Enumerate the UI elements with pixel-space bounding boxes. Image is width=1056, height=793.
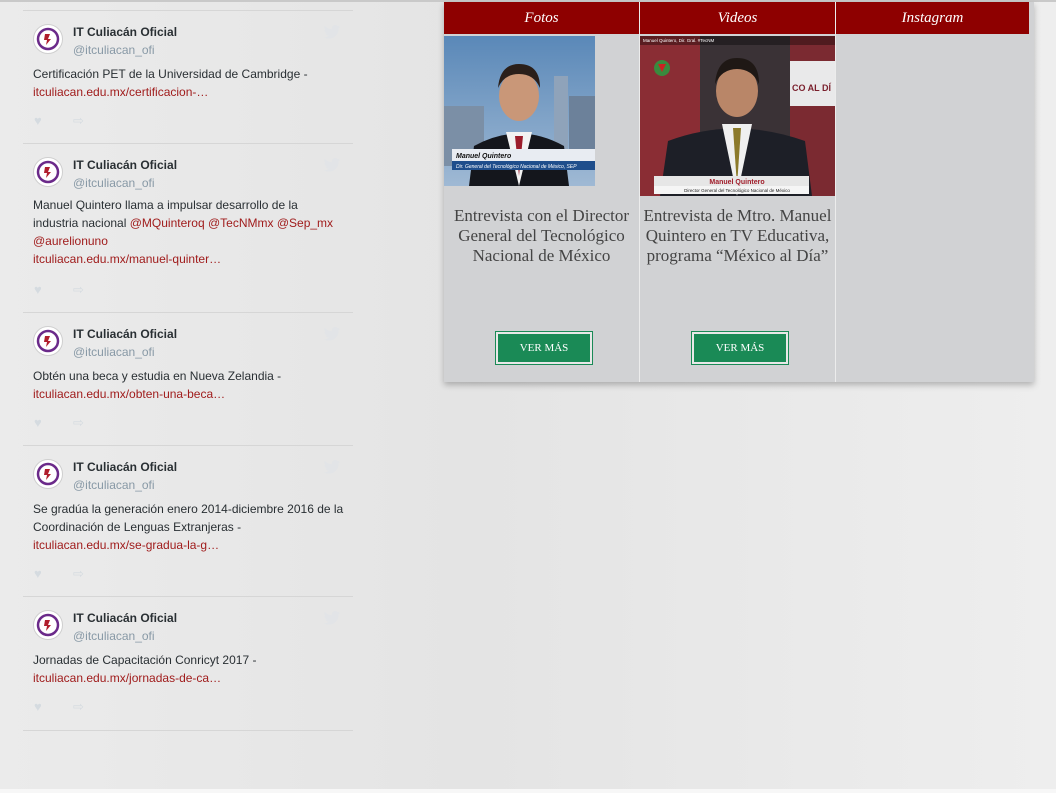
tweet-author[interactable]: IT Culiacán Oficial [73, 158, 177, 172]
tweet-body: Certificación PET de la Universidad de C… [33, 67, 308, 81]
tab-videos[interactable]: Videos [640, 2, 835, 34]
videos-ver-mas-button[interactable]: VER MÁS [692, 332, 788, 364]
tweet-mention[interactable]: @Sep_mx [277, 216, 333, 230]
tweet-item: IT Culiacán Oficial @itculiacan_ofi Obté… [23, 312, 353, 446]
tweet-mention[interactable]: @MQuinteroq [130, 216, 205, 230]
heart-icon[interactable]: ♥ [34, 282, 42, 297]
avatar[interactable] [33, 610, 63, 640]
tweet-handle[interactable]: @itculiacan_ofi [73, 629, 155, 643]
tweet-mention[interactable]: @TecNMmx [208, 216, 274, 230]
avatar[interactable] [33, 157, 63, 187]
avatar[interactable] [33, 24, 63, 54]
tweet-handle[interactable]: @itculiacan_ofi [73, 43, 155, 57]
tweet-mention[interactable]: @aurelionuno [33, 234, 108, 248]
avatar[interactable] [33, 326, 63, 356]
instagram-column: Instagram [836, 2, 1029, 382]
tweet-text: Jornadas de Capacitación Conricyt 2017 -… [33, 651, 345, 687]
twitter-bird-icon[interactable] [323, 25, 341, 39]
fotos-title[interactable]: Entrevista con el Director General del T… [444, 206, 639, 266]
tweet-link[interactable]: itculiacan.edu.mx/manuel-quinter… [33, 252, 221, 266]
tweet-link[interactable]: itculiacan.edu.mx/jornadas-de-ca… [33, 671, 221, 685]
heart-icon[interactable]: ♥ [34, 566, 42, 581]
tweet-author[interactable]: IT Culiacán Oficial [73, 327, 177, 341]
videos-banner-text: CO AL DÍ [792, 83, 832, 93]
tweet-text: Obtén una beca y estudia en Nueva Zeland… [33, 367, 345, 403]
tweet-text: Manuel Quintero llama a impulsar desarro… [33, 196, 345, 268]
twitter-bird-icon[interactable] [323, 158, 341, 172]
tweet-author[interactable]: IT Culiacán Oficial [73, 611, 177, 625]
tweet-link[interactable]: itculiacan.edu.mx/se-gradua-la-g… [33, 538, 219, 552]
videos-column: Videos CO AL DÍ Manuel Quintero, Dir. Gr… [640, 2, 836, 382]
share-icon[interactable]: ⇨ [73, 113, 84, 129]
tweet-item: IT Culiacán Oficial @itculiacan_ofi Se g… [23, 445, 353, 597]
media-panel: Fotos Manuel Quintero Dir. General del T… [444, 2, 1034, 382]
tweet-item: IT Culiacán Oficial @itculiacan_ofi Jorn… [23, 596, 353, 731]
tweet-body: Jornadas de Capacitación Conricyt 2017 - [33, 653, 257, 667]
tweet-body: Se gradúa la generación enero 2014-dicie… [33, 502, 344, 534]
tweet-item: IT Culiacán Oficial @itculiacan_ofi Manu… [23, 143, 353, 313]
heart-icon[interactable]: ♥ [34, 699, 42, 714]
fotos-thumbnail[interactable]: Manuel Quintero Dir. General del Tecnoló… [444, 36, 595, 186]
videos-thumbnail[interactable]: CO AL DÍ Manuel Quintero, Dir. Gral. #Te… [640, 36, 835, 196]
videos-title[interactable]: Entrevista de Mtro. Manuel Quintero en T… [640, 206, 835, 266]
share-icon[interactable]: ⇨ [73, 699, 84, 715]
heart-icon[interactable]: ♥ [34, 415, 42, 430]
twitter-bird-icon[interactable] [323, 611, 341, 625]
avatar[interactable] [33, 459, 63, 489]
tweet-link[interactable]: itculiacan.edu.mx/certificacion-… [33, 85, 208, 99]
fotos-caption-name: Manuel Quintero [456, 153, 512, 160]
tweet-link[interactable]: itculiacan.edu.mx/obten-una-beca… [33, 387, 225, 401]
videos-overlay-title: Manuel Quintero, Dir. Gral. #TecNM [643, 38, 715, 43]
tweet-item: IT Culiacán Oficial @itculiacan_ofi Cert… [23, 10, 353, 144]
twitter-bird-icon[interactable] [323, 327, 341, 341]
fotos-ver-mas-button[interactable]: VER MÁS [496, 332, 592, 364]
tab-fotos[interactable]: Fotos [444, 2, 639, 34]
tweet-author[interactable]: IT Culiacán Oficial [73, 25, 177, 39]
tweet-author[interactable]: IT Culiacán Oficial [73, 460, 177, 474]
share-icon[interactable]: ⇨ [73, 282, 84, 298]
fotos-caption-role: Dir. General del Tecnológico Nacional de… [456, 164, 577, 170]
tab-instagram[interactable]: Instagram [836, 2, 1029, 34]
tweet-text: Certificación PET de la Universidad de C… [33, 65, 345, 101]
share-icon[interactable]: ⇨ [73, 415, 84, 431]
twitter-bird-icon[interactable] [323, 460, 341, 474]
share-icon[interactable]: ⇨ [73, 566, 84, 582]
videos-caption-name: Manuel Quintero [709, 179, 764, 186]
videos-caption-role: Director General del Tecnológico Naciona… [684, 188, 790, 193]
tweet-handle[interactable]: @itculiacan_ofi [73, 345, 155, 359]
bottom-border [0, 789, 1056, 793]
fotos-column: Fotos Manuel Quintero Dir. General del T… [444, 2, 640, 382]
heart-icon[interactable]: ♥ [34, 113, 42, 128]
tweet-text: Se gradúa la generación enero 2014-dicie… [33, 500, 345, 554]
tweet-handle[interactable]: @itculiacan_ofi [73, 478, 155, 492]
tweet-handle[interactable]: @itculiacan_ofi [73, 176, 155, 190]
tweet-body: Obtén una beca y estudia en Nueva Zeland… [33, 369, 282, 383]
